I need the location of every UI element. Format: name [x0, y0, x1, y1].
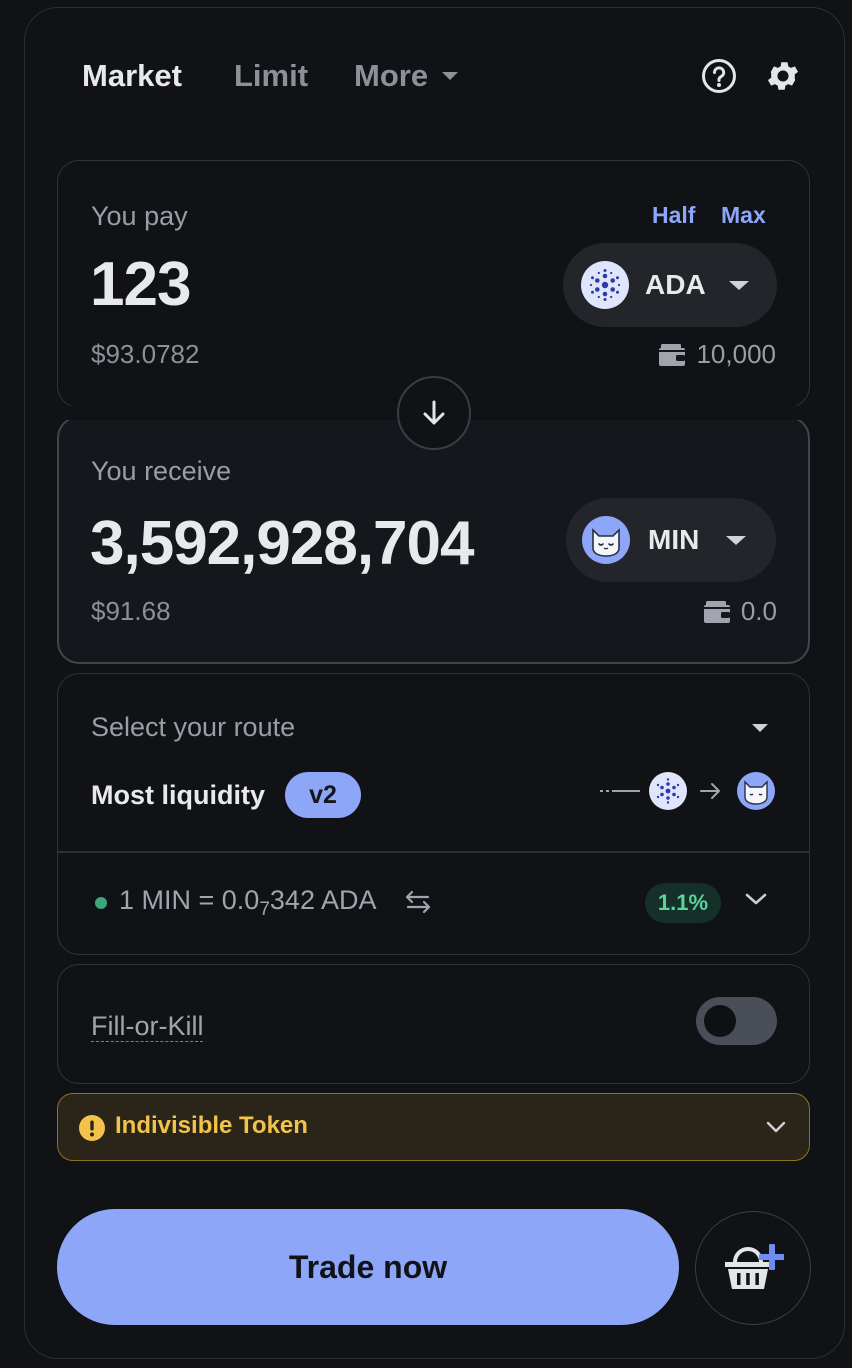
swap-arrows-icon[interactable] [404, 889, 432, 915]
chevron-down-icon [766, 1121, 786, 1133]
route-panel: Select your route Most liquidity v2 1 MI… [57, 673, 810, 955]
receive-token-select[interactable]: MIN [566, 498, 776, 582]
receive-label: You receive [91, 456, 232, 486]
fill-or-kill-label: Fill-or-Kill [91, 1011, 204, 1042]
gear-icon[interactable] [764, 57, 804, 97]
chevron-down-icon [729, 281, 749, 290]
chevron-down-icon[interactable] [752, 724, 768, 732]
exchange-rate: 1 MIN = 0.07342 ADA [119, 885, 376, 921]
rate-subscript: 7 [259, 899, 270, 920]
add-to-basket-button[interactable] [695, 1211, 811, 1325]
receive-panel: You receive 3,592,928,704 MIN $91.68 0.0 [57, 416, 810, 664]
indivisible-token-warning[interactable]: Indivisible Token [57, 1093, 810, 1161]
fill-or-kill-toggle[interactable] [696, 997, 777, 1045]
wallet-icon [659, 343, 686, 366]
pay-token-name: ADA [645, 269, 706, 300]
pay-panel: You pay Half Max 123 ADA $93.0782 10,000 [57, 160, 810, 408]
chevron-down-icon [726, 536, 746, 545]
pay-balance: 10,000 [658, 339, 776, 370]
trade-now-button[interactable]: Trade now [57, 1209, 679, 1325]
route-path-icon [600, 772, 775, 810]
divider [58, 851, 809, 853]
tab-more[interactable]: More [354, 58, 459, 94]
tab-more-label: More [354, 58, 429, 93]
pay-usd-value: $93.0782 [91, 339, 200, 369]
route-version-badge: v2 [285, 772, 361, 818]
pay-label: You pay [91, 201, 188, 231]
receive-usd-value: $91.68 [91, 596, 171, 626]
pay-token-select[interactable]: ADA [563, 243, 777, 327]
receive-amount: 3,592,928,704 [90, 509, 474, 578]
swap-direction-button[interactable] [397, 376, 471, 450]
route-name: Most liquidity [91, 780, 265, 810]
receive-balance: 0.0 [703, 596, 777, 627]
tab-limit[interactable]: Limit [234, 58, 308, 94]
help-icon[interactable] [699, 56, 739, 96]
pay-balance-value: 10,000 [696, 339, 776, 369]
max-button[interactable]: Max [721, 202, 766, 229]
rate-suffix: 342 ADA [269, 885, 377, 915]
tab-market[interactable]: Market [82, 58, 182, 94]
chevron-down-icon[interactable] [745, 892, 767, 906]
warning-label: Indivisible Token [115, 1112, 308, 1139]
arrow-down-icon [423, 400, 445, 425]
pay-amount-input[interactable]: 123 [90, 249, 191, 320]
rate-prefix: 1 MIN = 0.0 [119, 885, 260, 915]
wallet-icon [703, 600, 730, 623]
warning-icon [79, 1115, 105, 1141]
cardano-icon [581, 261, 629, 314]
price-impact-badge: 1.1% [645, 883, 721, 923]
min-cat-icon [582, 516, 630, 569]
route-title[interactable]: Select your route [91, 712, 295, 743]
receive-balance-value: 0.0 [740, 596, 777, 626]
receive-token-name: MIN [648, 524, 700, 555]
status-dot [95, 897, 107, 909]
half-button[interactable]: Half [652, 202, 695, 229]
basket-plus-icon [725, 1244, 784, 1289]
toggle-knob [704, 1005, 736, 1037]
chevron-down-icon [442, 72, 459, 80]
